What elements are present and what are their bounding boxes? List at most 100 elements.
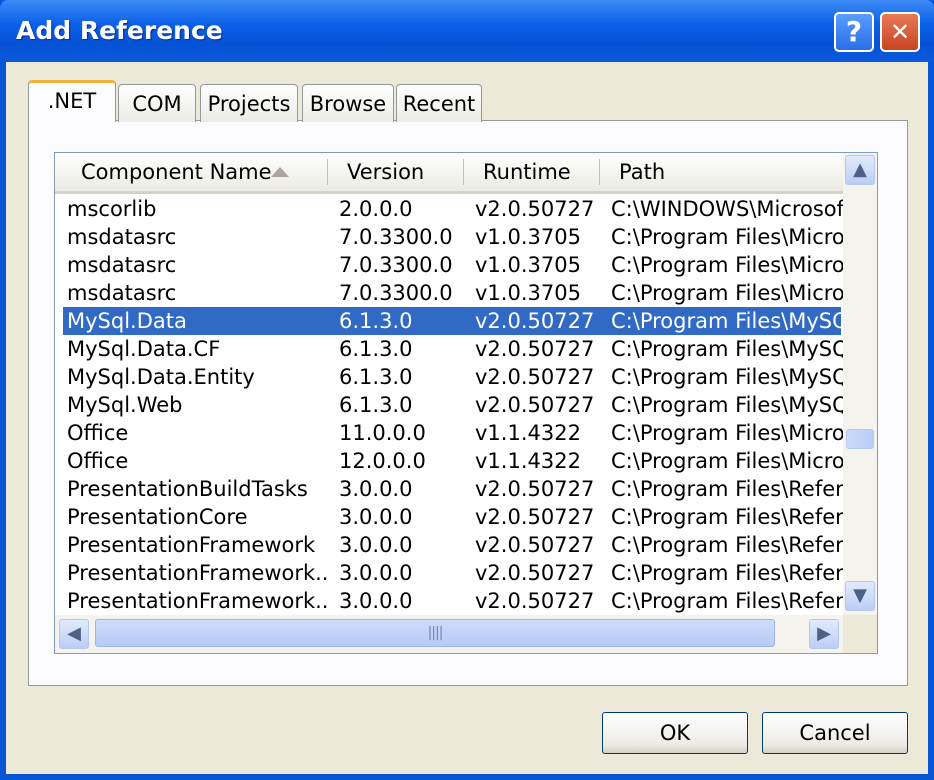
title-bar[interactable]: Add Reference ? ✕ (0, 0, 934, 62)
horizontal-scroll-thumb[interactable]: |||| (95, 619, 775, 647)
column-divider[interactable] (463, 159, 464, 185)
cell-component-name: MySql.Data.CF (67, 337, 221, 361)
cell-component-name: PresentationFramework (67, 533, 316, 557)
cell-component-name: msdatasrc (67, 253, 177, 277)
cell-runtime: v2.0.50727 (475, 337, 595, 361)
cell-version: 3.0.0.0 (339, 505, 413, 529)
table-row[interactable]: Office 11.0.0.0 v1.1.4322 C:\Program Files\… (55, 419, 843, 447)
cell-component-name: PresentationFramework... (67, 589, 329, 613)
cell-version: 12.0.0.0 (339, 449, 426, 473)
cell-runtime: v2.0.50727 (475, 477, 595, 501)
column-divider[interactable] (599, 159, 600, 185)
table-row[interactable]: MySql.Web 6.1.3.0 v2.0.50727 C:\Program Fil… (55, 391, 843, 419)
scroll-left-icon: ◀ (67, 623, 81, 644)
vertical-scrollbar[interactable]: ▲ ▼ (843, 153, 877, 615)
cell-component-name: Office (67, 449, 129, 473)
table-row[interactable]: MySql.Data.Entity 6.1.3.0 v2.0.50727 C:\Pro… (55, 363, 843, 391)
cell-component-name: PresentationCore (67, 505, 248, 529)
tab-projects[interactable]: Projects (200, 84, 298, 122)
scroll-right-button[interactable]: ▶ (809, 619, 839, 649)
component-list[interactable]: Component Name Version Runtime Path msco… (54, 152, 878, 654)
scroll-down-icon: ▼ (853, 585, 867, 606)
ok-button[interactable]: OK (602, 712, 748, 754)
cell-path: C:\Program Files\MySQ... (611, 393, 843, 417)
cell-runtime: v2.0.50727 (475, 197, 595, 221)
cell-component-name: MySql.Data (67, 309, 187, 333)
cell-path: C:\Program Files\Micro... (611, 449, 843, 473)
cell-version: 7.0.3300.0 (339, 281, 453, 305)
vertical-scroll-thumb[interactable] (846, 429, 874, 449)
scroll-down-button[interactable]: ▼ (845, 581, 875, 611)
cell-path: C:\WINDOWS\Microsof... (611, 197, 843, 221)
table-row[interactable]: MySql.Data 6.1.3.0 v2.0.50727 C:\Program Fi… (63, 307, 843, 335)
cell-path: C:\Program Files\MySQ... (611, 365, 843, 389)
cell-runtime: v2.0.50727 (475, 533, 595, 557)
table-row[interactable]: PresentationCore 3.0.0.0 v2.0.50727 C:\Prog… (55, 503, 843, 531)
cell-runtime: v2.0.50727 (475, 309, 595, 333)
cell-version: 6.1.3.0 (339, 337, 413, 361)
cell-version: 7.0.3300.0 (339, 225, 453, 249)
cell-component-name: Office (67, 421, 129, 445)
cell-runtime: v2.0.50727 (475, 365, 595, 389)
cell-version: 3.0.0.0 (339, 561, 413, 585)
cell-component-name: msdatasrc (67, 225, 177, 249)
cell-component-name: MySql.Data.Entity (67, 365, 255, 389)
cell-runtime: v1.0.3705 (475, 225, 581, 249)
dialog-title: Add Reference (16, 16, 223, 45)
scrollbar-corner (843, 615, 877, 653)
cell-version: 3.0.0.0 (339, 589, 413, 613)
scroll-up-icon: ▲ (853, 159, 867, 180)
cell-runtime: v1.1.4322 (475, 449, 581, 473)
cell-runtime: v2.0.50727 (475, 589, 595, 613)
table-row[interactable]: MySql.Data.CF 6.1.3.0 v2.0.50727 C:\Program… (55, 335, 843, 363)
help-button[interactable]: ? (834, 12, 874, 52)
table-row[interactable]: msdatasrc 7.0.3300.0 v1.0.3705 C:\Program F… (55, 223, 843, 251)
column-header-component-name[interactable]: Component Name (81, 153, 272, 191)
column-header-runtime[interactable]: Runtime (483, 153, 571, 191)
table-row[interactable]: PresentationBuildTasks 3.0.0.0 v2.0.50727 C… (55, 475, 843, 503)
cell-path: C:\Program Files\Refer... (611, 561, 843, 585)
cell-path: C:\Program Files\MySQ... (611, 309, 843, 333)
scroll-right-icon: ▶ (817, 623, 831, 644)
cell-runtime: v1.0.3705 (475, 281, 581, 305)
column-header-version[interactable]: Version (347, 153, 424, 191)
cell-component-name: PresentationFramework... (67, 561, 329, 585)
cell-version: 7.0.3300.0 (339, 253, 453, 277)
scroll-up-button[interactable]: ▲ (845, 155, 875, 185)
cell-path: C:\Program Files\Micro... (611, 253, 843, 277)
cell-component-name: mscorlib (67, 197, 157, 221)
list-header: Component Name Version Runtime Path (55, 153, 843, 194)
table-row[interactable]: PresentationFramework... 3.0.0.0 v2.0.5072… (55, 587, 843, 615)
tab-browse[interactable]: Browse (302, 84, 394, 122)
sort-ascending-icon (271, 167, 289, 177)
table-row[interactable]: msdatasrc 7.0.3300.0 v1.0.3705 C:\Program F… (55, 251, 843, 279)
cell-component-name: MySql.Web (67, 393, 183, 417)
table-row[interactable]: msdatasrc 7.0.3300.0 v1.0.3705 C:\Program F… (55, 279, 843, 307)
cell-component-name: PresentationBuildTasks (67, 477, 308, 501)
close-button[interactable]: ✕ (880, 12, 920, 52)
horizontal-scrollbar[interactable]: ◀ |||| ▶ (55, 615, 843, 653)
tab-dotnet[interactable]: .NET (28, 80, 116, 122)
cell-path: C:\Program Files\Refer... (611, 477, 843, 501)
table-row[interactable]: mscorlib 2.0.0.0 v2.0.50727 C:\WINDOWS\Micr… (55, 195, 843, 223)
cell-runtime: v2.0.50727 (475, 561, 595, 585)
cell-version: 11.0.0.0 (339, 421, 426, 445)
cancel-button[interactable]: Cancel (762, 712, 908, 754)
cell-runtime: v2.0.50727 (475, 505, 595, 529)
cell-path: C:\Program Files\Refer... (611, 589, 843, 613)
grip-icon: |||| (427, 625, 444, 641)
cell-version: 6.1.3.0 (339, 365, 413, 389)
scroll-left-button[interactable]: ◀ (59, 619, 89, 649)
table-row[interactable]: Office 12.0.0.0 v1.1.4322 C:\Program Files\… (55, 447, 843, 475)
cell-runtime: v1.1.4322 (475, 421, 581, 445)
column-header-path[interactable]: Path (619, 153, 665, 191)
help-icon: ? (845, 15, 863, 48)
cell-path: C:\Program Files\Micro... (611, 281, 843, 305)
table-row[interactable]: PresentationFramework 3.0.0.0 v2.0.50727 C:… (55, 531, 843, 559)
dialog-body: .NET COM Projects Browse Recent Componen… (6, 62, 928, 774)
tab-recent[interactable]: Recent (396, 84, 482, 122)
column-divider[interactable] (327, 159, 328, 185)
tab-com[interactable]: COM (118, 84, 196, 122)
add-reference-dialog: Add Reference ? ✕ .NET COM Projects Brow… (0, 0, 934, 780)
table-row[interactable]: PresentationFramework... 3.0.0.0 v2.0.5072… (55, 559, 843, 587)
